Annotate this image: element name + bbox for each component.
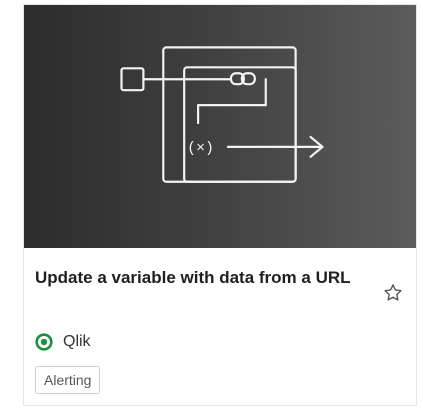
template-hero-image: (×) [24,5,416,248]
template-card[interactable]: (×) Update a variable with data from a U… [23,4,417,406]
template-title[interactable]: Update a variable with data from a URL [35,268,355,288]
favorite-button[interactable] [381,281,405,305]
category-tag[interactable]: Alerting [35,366,101,394]
publisher-name: Qlik [63,333,91,350]
star-outline-icon [384,284,402,301]
workflow-diagram-icon: (×) [120,46,324,183]
variable-label: (×) [187,141,214,157]
qlik-dot-icon [35,333,53,351]
publisher: Qlik [35,331,91,353]
